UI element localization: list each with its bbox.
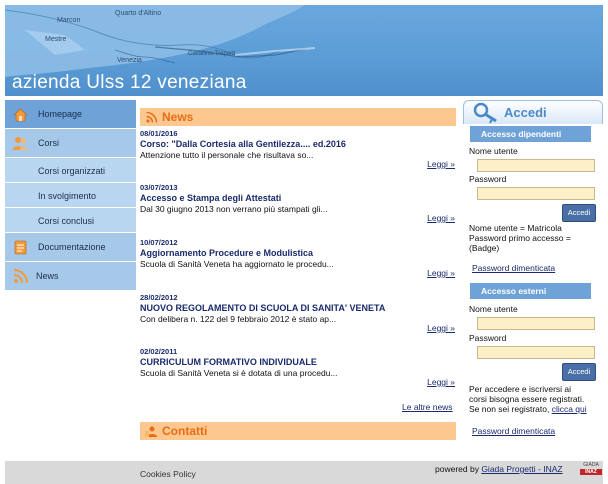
site-title: azienda Ulss 12 veneziana bbox=[12, 72, 247, 93]
nav-label: Corsi conclusi bbox=[38, 216, 95, 226]
contacts-heading: Contatti bbox=[162, 424, 208, 438]
news-title[interactable]: Aggiornamento Procedure e Modulistica bbox=[140, 248, 456, 258]
news-title[interactable]: Corso: "Dalla Cortesia alla Gentilezza..… bbox=[140, 139, 456, 149]
map-label-quarto: Quarto d'Altino bbox=[115, 10, 162, 17]
external-note-line3: Se non sei registrato, clicca qui bbox=[469, 404, 587, 414]
news-excerpt: Dal 30 giugno 2013 non verrano più stamp… bbox=[140, 204, 328, 214]
logo-text-bottom: INAZ bbox=[580, 469, 602, 475]
register-link[interactable]: clicca qui bbox=[552, 404, 587, 414]
nav-label: News bbox=[36, 271, 59, 281]
read-more-link[interactable]: Leggi » bbox=[427, 268, 455, 278]
giada-progetti-link[interactable]: Giada Progetti - INAZ bbox=[481, 464, 562, 474]
employee-note-password: Password primo accesso = bbox=[469, 233, 571, 243]
people-icon bbox=[13, 137, 28, 150]
contacts-header[interactable]: Contatti bbox=[140, 422, 456, 440]
external-note-text: Se non sei registrato, bbox=[469, 404, 552, 414]
nav-label: Homepage bbox=[38, 109, 83, 119]
news-date: 02/02/2011 bbox=[140, 347, 178, 356]
employee-login-button[interactable]: Accedi bbox=[562, 204, 596, 222]
nav-label: Documentazione bbox=[38, 242, 106, 252]
map-label-venezia: Venezia bbox=[117, 57, 142, 64]
news-excerpt: Con delibera n. 122 del 9 febbraio 2012 … bbox=[140, 314, 337, 324]
news-title[interactable]: Accesso e Stampa degli Attestati bbox=[140, 193, 456, 203]
news-date: 03/07/2013 bbox=[140, 183, 178, 192]
nav-item-corsi[interactable]: Corsi bbox=[5, 129, 136, 158]
map-label-mestre: Mestre bbox=[45, 36, 67, 43]
nav-item-documentazione[interactable]: Documentazione bbox=[5, 233, 136, 262]
nav-item-news[interactable]: News bbox=[5, 262, 136, 291]
news-date: 28/02/2012 bbox=[140, 293, 178, 302]
news-item: 08/01/2016 Corso: "Dalla Cortesia alla G… bbox=[140, 129, 456, 160]
login-forms: Accesso dipendenti Nome utente Password … bbox=[463, 124, 603, 444]
cookies-policy-link[interactable]: Cookies Policy bbox=[140, 469, 196, 479]
external-note-line2: corsi bisogna essere registrati. bbox=[469, 394, 585, 404]
news-date: 08/01/2016 bbox=[140, 129, 178, 138]
employee-note-username: Nome utente = Matricola bbox=[469, 223, 562, 233]
footer: Cookies Policy powered by Giada Progetti… bbox=[5, 461, 603, 484]
external-note-line1: Per accedere e iscriversi ai bbox=[469, 384, 572, 394]
all-news-link[interactable]: Le altre news bbox=[402, 402, 453, 412]
read-more-link[interactable]: Leggi » bbox=[427, 377, 455, 387]
employee-forgot-password-link[interactable]: Password dimenticata bbox=[472, 263, 555, 273]
read-more-link[interactable]: Leggi » bbox=[427, 213, 455, 223]
external-password-label: Password bbox=[469, 333, 507, 343]
news-title[interactable]: NUOVO REGOLAMENTO DI SCUOLA DI SANITA' V… bbox=[140, 303, 456, 313]
external-forgot-password-link[interactable]: Password dimenticata bbox=[472, 426, 555, 436]
news-item: 10/07/2012 Aggiornamento Procedure e Mod… bbox=[140, 238, 456, 269]
external-password-input[interactable] bbox=[477, 346, 595, 359]
employee-password-label: Password bbox=[469, 174, 507, 184]
employee-password-input[interactable] bbox=[477, 187, 595, 200]
map-label-marcon: Marcon bbox=[57, 17, 81, 24]
nav-item-homepage[interactable]: Homepage bbox=[5, 100, 136, 129]
logo-text-top: GIADA bbox=[583, 462, 599, 468]
nav-label: Corsi bbox=[38, 138, 60, 148]
external-username-label: Nome utente bbox=[469, 304, 518, 314]
map-label-cavallino: Cavallino-Treporti bbox=[188, 51, 236, 57]
read-more-link[interactable]: Leggi » bbox=[427, 323, 455, 333]
nav-item-corsi-conclusi[interactable]: Corsi conclusi bbox=[5, 208, 136, 233]
giada-inaz-logo: GIADA INAZ bbox=[580, 461, 602, 481]
news-excerpt: Attenzione tutto il personale che risult… bbox=[140, 150, 314, 160]
header-banner: Quarto d'Altino Marcon Mestre Venezia Ca… bbox=[5, 5, 603, 96]
news-item: 28/02/2012 NUOVO REGOLAMENTO DI SCUOLA D… bbox=[140, 293, 456, 324]
employee-username-label: Nome utente bbox=[469, 146, 518, 156]
nav-label: In svolgimento bbox=[38, 191, 97, 201]
contacts-icon bbox=[145, 426, 157, 437]
login-header: Accedi bbox=[463, 100, 603, 124]
employee-note-badge: (Badge) bbox=[469, 243, 500, 253]
powered-by-text: powered by bbox=[435, 464, 482, 474]
read-more-link[interactable]: Leggi » bbox=[427, 159, 455, 169]
key-icon bbox=[473, 102, 497, 124]
news-section: News 08/01/2016 Corso: "Dalla Cortesia a… bbox=[140, 108, 456, 418]
powered-by: powered by Giada Progetti - INAZ bbox=[435, 464, 563, 474]
news-item: 02/02/2011 CURRICULUM FORMATIVO INDIVIDU… bbox=[140, 347, 456, 378]
nav-label: Corsi organizzati bbox=[38, 166, 106, 176]
news-title[interactable]: CURRICULUM FORMATIVO INDIVIDUALE bbox=[140, 357, 456, 367]
contacts-section: Contatti bbox=[140, 422, 456, 440]
rss-icon bbox=[13, 269, 28, 284]
news-excerpt: Scuola di Sanità Veneta ha aggiornato le… bbox=[140, 259, 334, 269]
employee-access-heading: Accesso dipendenti bbox=[470, 126, 591, 142]
login-panel: Accedi Accesso dipendenti Nome utente Pa… bbox=[463, 100, 603, 444]
login-heading: Accedi bbox=[504, 105, 547, 120]
external-access-heading: Accesso esterni bbox=[470, 283, 591, 299]
news-heading: News bbox=[162, 110, 194, 124]
nav-item-corsi-organizzati[interactable]: Corsi organizzati bbox=[5, 158, 136, 183]
news-excerpt: Scuola di Sanità Veneta si è dotata di u… bbox=[140, 368, 338, 378]
home-icon bbox=[13, 108, 28, 122]
employee-username-input[interactable] bbox=[477, 159, 595, 172]
nav-item-in-svolgimento[interactable]: In svolgimento bbox=[5, 183, 136, 208]
document-icon bbox=[14, 240, 27, 255]
rss-icon bbox=[146, 111, 158, 123]
news-date: 10/07/2012 bbox=[140, 238, 178, 247]
external-username-input[interactable] bbox=[477, 317, 595, 330]
external-login-button[interactable]: Accedi bbox=[562, 363, 596, 381]
news-item: 03/07/2013 Accesso e Stampa degli Attest… bbox=[140, 183, 456, 214]
sidebar-nav: Homepage Corsi Corsi organizzati In svol… bbox=[5, 100, 136, 291]
news-header: News bbox=[140, 108, 456, 126]
